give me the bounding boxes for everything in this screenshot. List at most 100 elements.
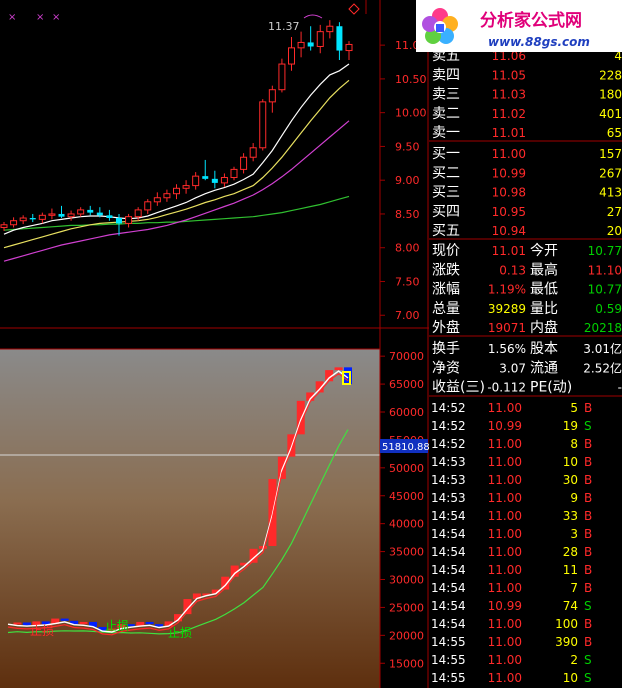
stat-value: 0.13 [499,263,526,277]
stat-label: 最高 [530,261,558,278]
tick-side: S [584,653,592,667]
candle-body-up [192,175,200,187]
cross-marker: × [52,12,60,23]
candle-body-up [326,25,334,33]
order-book-price: 11.05 [492,68,526,82]
tick-price: 11.00 [488,509,522,523]
tick-volume: 390 [555,635,578,649]
tick-time: 14:53 [431,473,466,487]
candle-body-up [153,197,161,203]
tick-volume: 3 [570,527,578,541]
indicator-label: 40000 [389,518,424,531]
indicator-axis: 7000065000600005500050000450004000035000… [380,350,424,670]
finance-label: PE(动) [530,380,572,396]
candle-body-up [10,220,18,226]
tick-side: B [584,491,592,505]
order-book-price: 10.94 [492,224,526,238]
finance-label: 换手 [432,340,460,357]
stat-label: 内盘 [530,319,558,336]
tick-volume: 11 [563,563,578,577]
order-book-volume: 401 [599,107,622,121]
candle-body-up [163,193,171,199]
indicator-label: 70000 [389,350,424,363]
stat-value: 20218 [584,321,622,335]
tick-volume: 30 [563,473,578,487]
stock-terminal: × × × 11.37 止损 止损 止损 11.010.5010.009.509.0… [0,0,622,688]
tick-volume: 2 [570,653,578,667]
finance-label: 净资 [432,360,460,376]
candle-body-up [38,214,46,220]
indicator-bar [60,618,69,621]
stop-loss-label: 止损 [105,619,129,633]
stat-value: 10.77 [588,283,622,297]
tick-time: 14:55 [431,671,466,685]
stat-value: 39289 [488,302,526,316]
tick-volume: 7 [570,581,578,595]
tick-volume: 74 [563,599,578,613]
tick-time: 14:52 [431,419,466,433]
indicator-bar [13,622,22,625]
tick-volume: 33 [563,509,578,523]
indicator-label: 45000 [389,490,424,503]
candle-body-down [87,209,94,213]
candle-body-up [297,41,305,49]
order-book-volume: 27 [607,205,622,219]
tick-time: 14:54 [431,581,466,595]
order-book-label: 买五 [432,223,460,239]
stat-value: 11.01 [492,244,526,258]
candle-body-down [307,42,314,47]
candle-body-up [0,224,8,228]
stat-value: 11.10 [588,263,622,277]
stat-label: 今开 [530,243,558,259]
tick-time: 14:54 [431,617,466,631]
tick-side: B [584,563,592,577]
candle-body-up [278,63,286,91]
tick-side: S [584,599,592,613]
candle-body-up [144,201,152,211]
order-book-label: 卖四 [432,67,460,83]
candle-body-up [249,147,257,158]
indicator-label: 25000 [389,601,424,614]
order-book-label: 买四 [432,204,460,220]
indicator-panel[interactable]: 止损 止损 止损 [0,349,380,688]
indicator-bar [79,621,88,625]
tick-time: 14:52 [431,401,466,415]
order-book-price: 11.03 [492,88,526,102]
stat-label: 总量 [432,301,460,317]
stat-value: 0.59 [595,302,622,316]
tick-volume: 10 [563,455,578,469]
finance-value: 2.52亿 [583,360,622,375]
order-book-label: 买二 [432,165,460,181]
candle-body-up [240,156,248,170]
logo-title: 分析家公式网 [480,10,582,31]
tick-price: 11.00 [488,563,522,577]
candlestick-panel[interactable]: × × × 11.37 [0,0,380,328]
tick-price: 11.00 [488,437,522,451]
order-book-label: 卖一 [432,125,460,141]
tick-price: 11.00 [488,527,522,541]
order-book-price: 10.99 [492,166,526,180]
indicator-label: 20000 [389,629,424,642]
tick-price: 10.99 [488,419,522,433]
candle-body-up [259,101,267,149]
order-book-label: 买三 [432,185,460,201]
stat-value: 19071 [488,321,526,335]
price-label: 7.00 [395,309,420,322]
tick-side: B [584,509,592,523]
stop-loss-label: 止损 [30,624,54,638]
cross-marker: × [36,12,44,23]
candle-body-up [77,209,85,215]
candle-body-down [29,218,36,220]
candle-body-down [106,215,113,219]
price-label: 9.50 [395,140,420,153]
order-book-volume: 267 [599,166,622,180]
price-axis: 11.0 10.50 10.00 9.50 9.00 8.50 8.00 7.50 7.00 [380,39,427,322]
order-book-price: 11.02 [492,107,526,121]
indicator-label: 65000 [389,378,424,391]
candle-body-up [268,89,276,103]
finance-value: -0.112 [487,381,526,395]
tick-price: 11.00 [488,491,522,505]
order-book-price: 10.95 [492,205,526,219]
price-label: 11.0 [395,39,420,52]
tick-side: S [584,671,592,685]
